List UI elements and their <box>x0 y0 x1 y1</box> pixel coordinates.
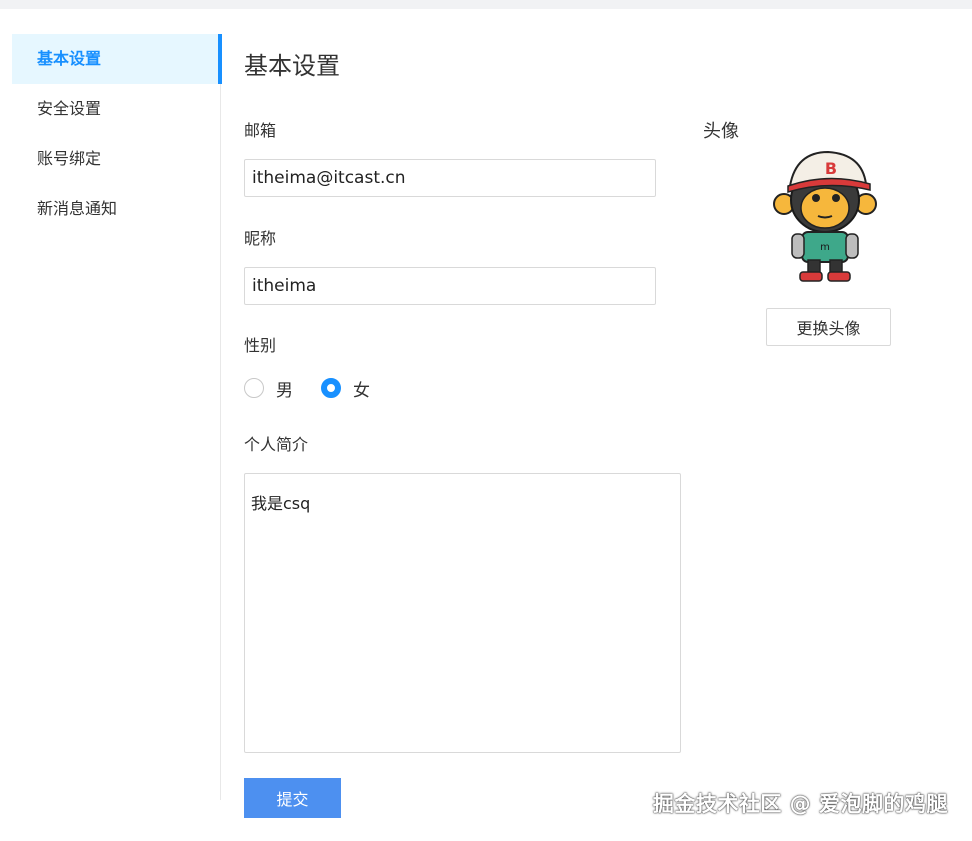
gender-option-female[interactable]: 女 <box>321 376 370 401</box>
sidebar-item-message-notifications[interactable]: 新消息通知 <box>12 184 221 234</box>
nickname-field[interactable] <box>244 267 656 305</box>
watermark-text: 掘金技术社区 @ 爱泡脚的鸡腿 <box>652 792 948 816</box>
cap-letter: B <box>825 159 837 178</box>
sidebar-item-security-settings[interactable]: 安全设置 <box>12 84 221 134</box>
gender-radio-group: 男 女 <box>244 376 398 401</box>
sidebar-item-label: 账号绑定 <box>37 149 102 168</box>
shirt-letter: m <box>820 242 830 253</box>
settings-sidebar: 基本设置 安全设置 账号绑定 新消息通知 <box>12 34 222 800</box>
top-strip <box>0 0 972 9</box>
sidebar-item-account-binding[interactable]: 账号绑定 <box>12 134 221 184</box>
page-title: 基本设置 <box>244 52 340 80</box>
radio-male[interactable] <box>244 378 264 398</box>
gender-label: 性别 <box>244 336 277 355</box>
bio-label: 个人简介 <box>244 435 309 454</box>
radio-male-label: 男 <box>276 380 293 401</box>
sidebar-item-label: 基本设置 <box>37 49 102 68</box>
radio-female[interactable] <box>321 378 341 398</box>
email-field[interactable] <box>244 159 656 197</box>
submit-button[interactable]: 提交 <box>244 778 341 818</box>
gender-option-male[interactable]: 男 <box>244 376 293 401</box>
avatar: B m <box>770 146 880 286</box>
nickname-label: 昵称 <box>244 229 277 248</box>
sidebar-item-label: 新消息通知 <box>37 199 118 218</box>
email-label: 邮箱 <box>244 121 277 140</box>
sidebar-item-label: 安全设置 <box>37 99 102 118</box>
monkey-avatar-image: B m <box>773 150 877 282</box>
bio-textarea[interactable]: 我是csq <box>244 473 681 753</box>
avatar-label: 头像 <box>703 121 739 142</box>
radio-female-label: 女 <box>353 380 370 401</box>
sidebar-item-basic-settings[interactable]: 基本设置 <box>12 34 222 84</box>
change-avatar-button[interactable]: 更换头像 <box>766 308 891 346</box>
